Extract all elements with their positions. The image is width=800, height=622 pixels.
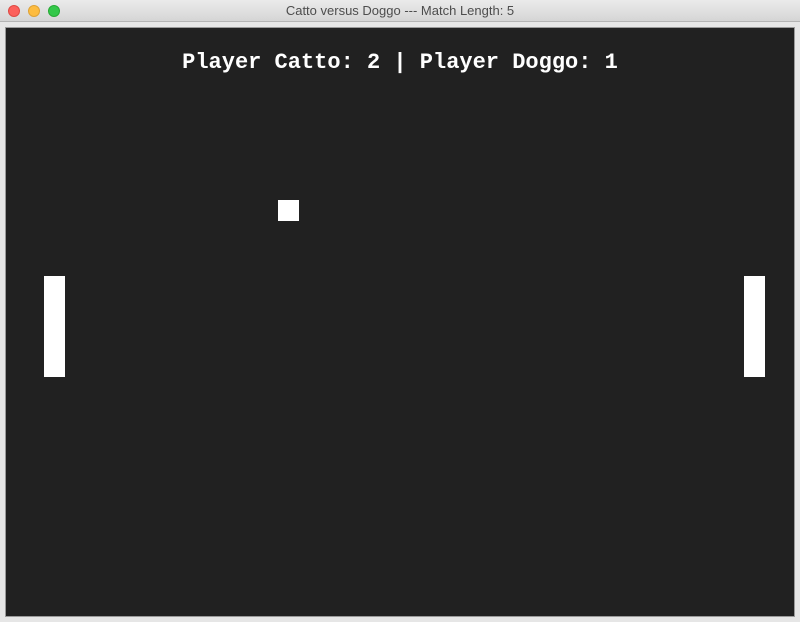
scoreboard: Player Catto: 2 | Player Doggo: 1 (6, 50, 794, 75)
ball (278, 200, 299, 221)
player1-label: Player Catto: (182, 50, 354, 75)
left-paddle (44, 276, 65, 377)
player1-score: 2 (366, 50, 381, 75)
player2-score: 1 (604, 50, 618, 75)
game-court[interactable]: Player Catto: 2 | Player Doggo: 1 (5, 27, 795, 617)
right-paddle (744, 276, 765, 377)
app-window: Catto versus Doggo --- Match Length: 5 P… (0, 0, 800, 622)
window-title: Catto versus Doggo --- Match Length: 5 (285, 3, 515, 18)
player2-label: Player Doggo: (419, 50, 592, 75)
score-separator: | (393, 50, 407, 75)
title-bar[interactable]: Catto versus Doggo --- Match Length: 5 (0, 0, 800, 22)
